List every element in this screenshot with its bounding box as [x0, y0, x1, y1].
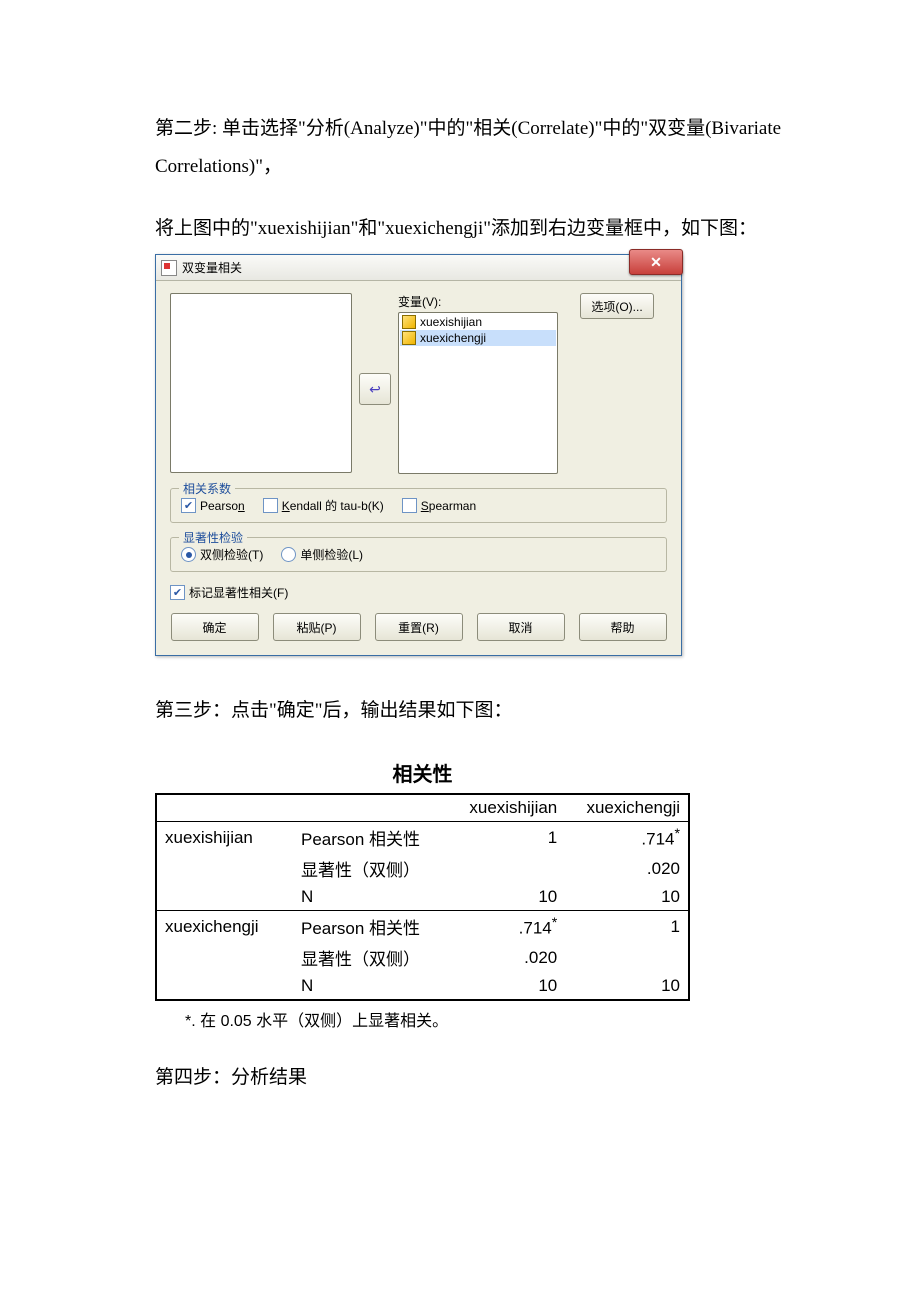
two-tailed-radio[interactable]: 双侧检验(T) — [181, 546, 263, 563]
scale-icon — [402, 331, 416, 345]
step2-paragraph: 第二步: 单击选择"分析(Analyze)"中的"相关(Correlate)"中… — [155, 110, 790, 186]
one-tailed-radio[interactable]: 单侧检验(L) — [281, 546, 363, 563]
source-variables-list[interactable] — [170, 293, 352, 473]
correlation-coeff-group: 相关系数 ✔Pearson Kendall 的 tau-b(K) Spearma… — [170, 488, 667, 523]
ok-button[interactable]: 确定 — [171, 613, 259, 641]
add-vars-paragraph: 将上图中的"xuexishijian"和"xuexichengji"添加到右边变… — [155, 210, 790, 248]
reset-button[interactable]: 重置(R) — [375, 613, 463, 641]
options-button[interactable]: 选项(O)... — [580, 293, 654, 319]
correlation-table: xuexishijian xuexichengji xuexishijian P… — [155, 793, 690, 1001]
bivariate-dialog: 双变量相关 ✕ ↩ 变量(V): xuexishijian xuexicheng… — [155, 254, 682, 656]
step3-paragraph: 第三步：点击"确定"后，输出结果如下图： — [155, 692, 790, 730]
move-variable-button[interactable]: ↩ — [359, 373, 391, 405]
paste-button[interactable]: 粘贴(P) — [273, 613, 361, 641]
app-icon — [161, 260, 177, 276]
output-title: 相关性 — [155, 758, 690, 787]
target-variables-list[interactable]: xuexishijian xuexichengji — [398, 312, 558, 474]
variables-label: 变量(V): — [398, 293, 558, 310]
group-legend: 显著性检验 — [179, 529, 247, 546]
list-item[interactable]: xuexishijian — [400, 314, 556, 330]
significance-test-group: 显著性检验 双侧检验(T) 单侧检验(L) — [170, 537, 667, 572]
step4-paragraph: 第四步：分析结果 — [155, 1059, 790, 1097]
correlation-output: 相关性 xuexishijian xuexichengji xuexishiji… — [155, 758, 690, 1031]
list-item[interactable]: xuexichengji — [400, 330, 556, 346]
flag-significant-checkbox[interactable]: ✔标记显著性相关(F) — [170, 584, 288, 601]
close-icon[interactable]: ✕ — [629, 249, 683, 275]
scale-icon — [402, 315, 416, 329]
pearson-checkbox[interactable]: ✔Pearson — [181, 498, 245, 513]
arrow-left-icon: ↩ — [369, 381, 381, 398]
group-legend: 相关系数 — [179, 480, 235, 497]
kendall-checkbox[interactable]: Kendall 的 tau-b(K) — [263, 497, 384, 514]
dialog-title: 双变量相关 — [182, 259, 242, 276]
dialog-titlebar: 双变量相关 ✕ — [156, 255, 681, 281]
cancel-button[interactable]: 取消 — [477, 613, 565, 641]
table-footnote: *. 在 0.05 水平（双侧）上显著相关。 — [155, 1007, 690, 1031]
spearman-checkbox[interactable]: Spearman — [402, 498, 476, 513]
help-button[interactable]: 帮助 — [579, 613, 667, 641]
